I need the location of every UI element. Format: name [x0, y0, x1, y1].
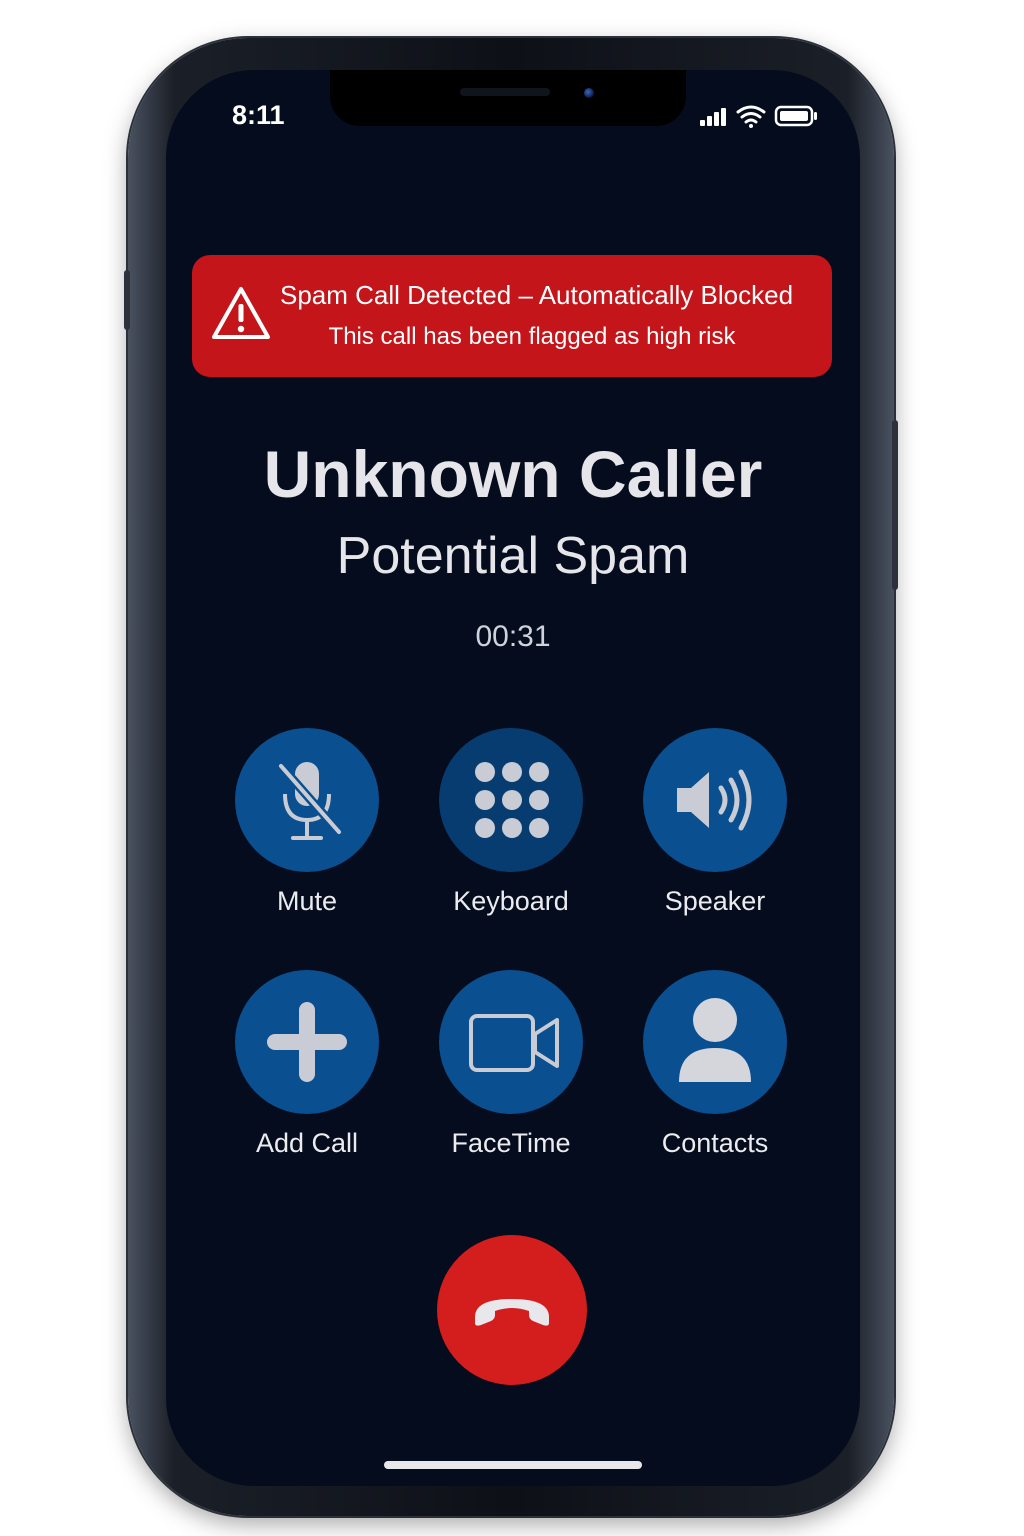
keypad-icon: [475, 762, 549, 838]
side-button-left: [124, 270, 130, 330]
status-time: 8:11: [232, 100, 285, 130]
home-indicator[interactable]: [384, 1461, 642, 1469]
plus-icon: [267, 1002, 347, 1082]
notch: [330, 70, 686, 126]
spam-alert-banner[interactable]: Spam Call Detected – Automatically Block…: [192, 255, 832, 377]
front-camera: [584, 88, 594, 98]
hang-up-icon: [475, 1299, 549, 1326]
speaker-button[interactable]: Speaker: [615, 728, 815, 917]
add-call-button[interactable]: Add Call: [207, 970, 407, 1159]
caller-name: Unknown Caller: [263, 437, 763, 511]
call-screen: 8:11 Spam Call Detected – Automatically …: [166, 70, 860, 1486]
signal-icon: [700, 108, 726, 126]
keyboard-label: Keyboard: [453, 886, 569, 916]
facetime-button[interactable]: FaceTime: [411, 970, 611, 1159]
call-duration: 00:31: [475, 620, 551, 653]
caller-spam-label: Potential Spam: [336, 527, 690, 585]
status-icons: [694, 102, 824, 132]
person-icon: [679, 998, 751, 1082]
earpiece-speaker: [460, 88, 550, 96]
mute-button[interactable]: Mute: [207, 728, 407, 917]
facetime-label: FaceTime: [451, 1128, 571, 1158]
alert-subtitle: This call has been flagged as high risk: [328, 323, 736, 350]
mic-off-icon: [277, 762, 343, 840]
battery-icon: [774, 105, 817, 127]
speaker-label: Speaker: [664, 886, 766, 916]
mute-label: Mute: [276, 886, 338, 916]
contacts-button[interactable]: Contacts: [615, 970, 815, 1159]
keyboard-button[interactable]: Keyboard: [411, 728, 611, 917]
wifi-icon: [736, 105, 766, 128]
add-call-label: Add Call: [255, 1128, 359, 1158]
speaker-icon: [677, 769, 752, 831]
video-camera-icon: [469, 1014, 559, 1072]
alert-title: Spam Call Detected – Automatically Block…: [280, 280, 794, 310]
end-call-button[interactable]: [437, 1235, 587, 1385]
side-button-right: [892, 420, 898, 590]
contacts-label: Contacts: [661, 1128, 769, 1158]
